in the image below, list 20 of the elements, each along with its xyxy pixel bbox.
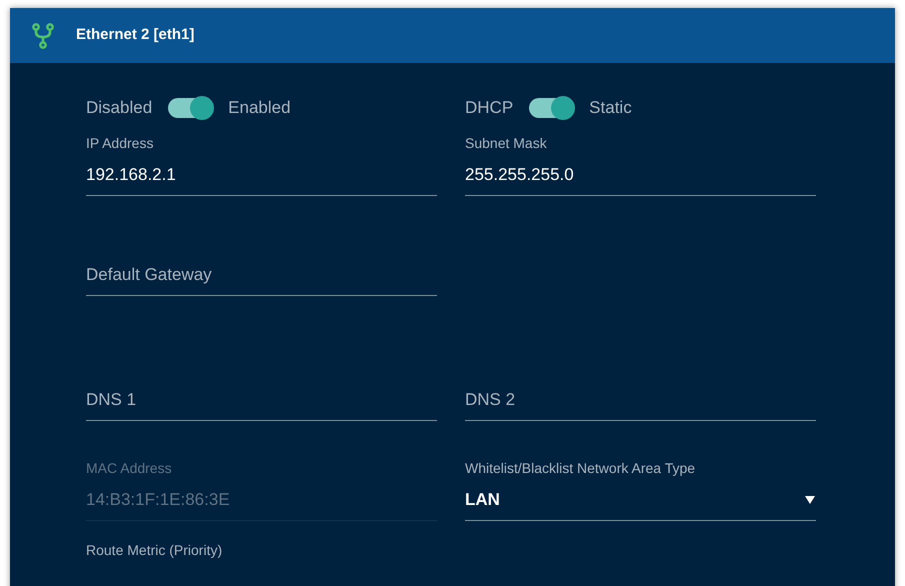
input-field[interactable]: Default Gateway <box>86 264 437 296</box>
input-field[interactable]: DNS 1 <box>86 388 437 420</box>
field-label: Route Metric (Priority) <box>86 540 222 560</box>
toggle-on-label: Enabled <box>228 97 291 119</box>
panel-title: Ethernet 2 [eth1] <box>76 25 194 46</box>
toggle-switch[interactable] <box>529 98 574 118</box>
field-label: MAC Address <box>86 458 173 478</box>
field-label: Whitelist/Blacklist Network Area Type <box>465 458 696 478</box>
input-field[interactable]: DNS 2 <box>465 388 816 420</box>
dropdown-field[interactable]: LAN <box>465 488 816 520</box>
branch-icon <box>32 22 54 48</box>
toggle-off-label: DHCP <box>465 97 514 119</box>
toggle-switch[interactable] <box>168 98 212 118</box>
field-label: IP Address <box>86 134 154 152</box>
toggle-on-label: Static <box>589 97 632 119</box>
caret-icon <box>805 496 815 504</box>
field-label: Subnet Mask <box>465 134 548 152</box>
toggle-off-label: Disabled <box>86 97 152 119</box>
input-field[interactable]: 255.255.255.0 <box>465 164 816 196</box>
input-field[interactable]: 192.168.2.1 <box>86 164 437 196</box>
